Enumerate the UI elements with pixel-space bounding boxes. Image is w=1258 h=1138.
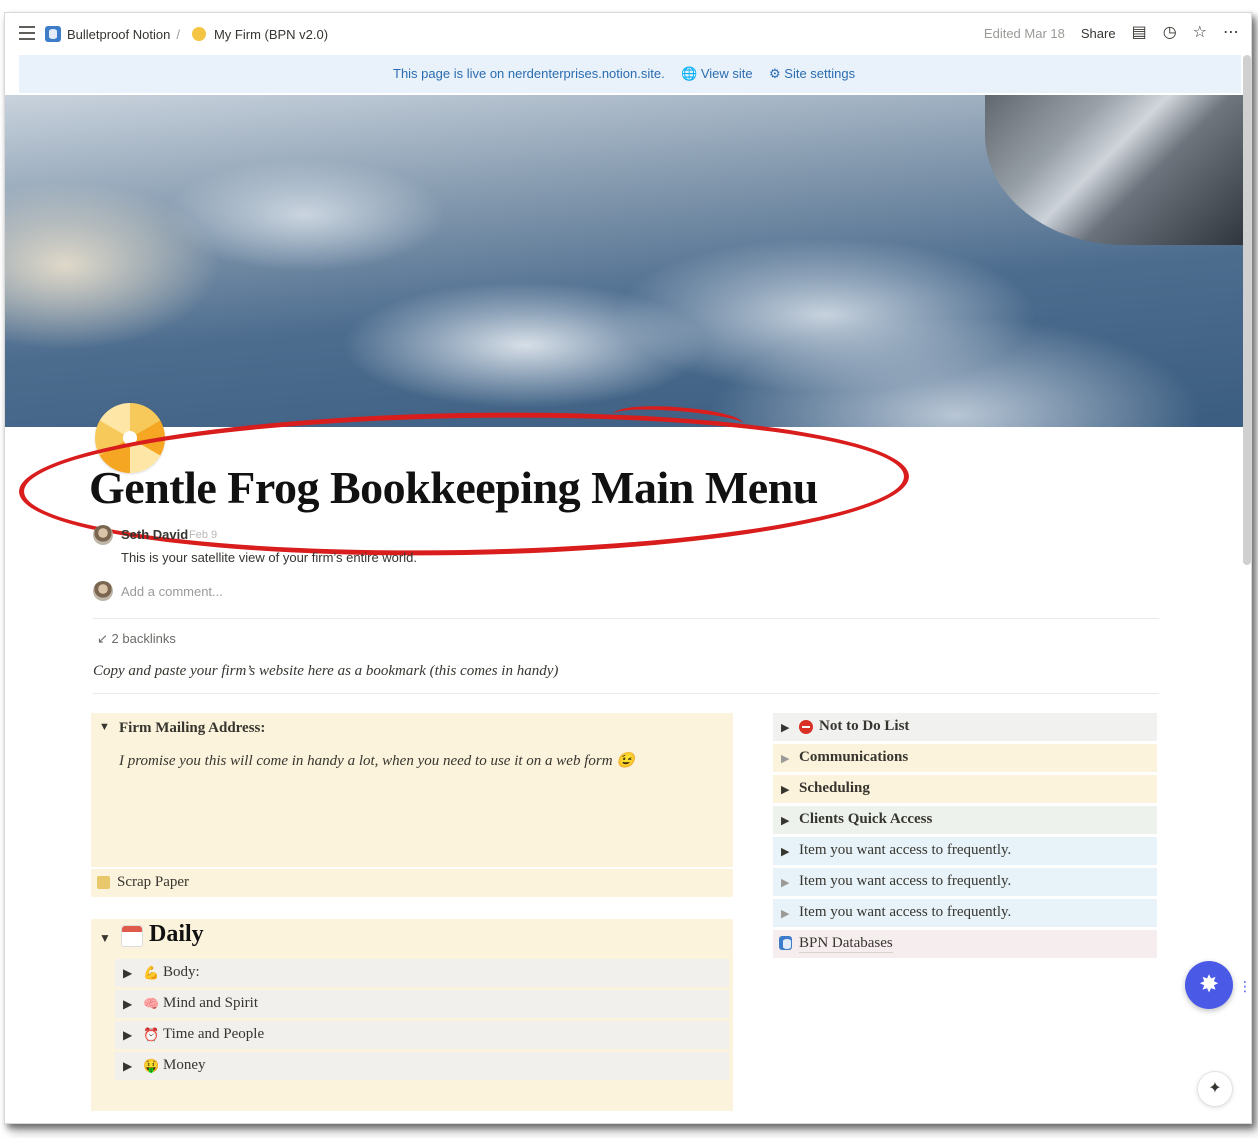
frequent-item-label: Item you want access to frequently.	[799, 842, 1012, 858]
daily-item-label: Mind and Spirit	[163, 995, 259, 1011]
space-station-image	[985, 95, 1245, 245]
bpn-databases-link[interactable]: BPN Databases	[773, 930, 1157, 958]
breadcrumb-separator: /	[176, 26, 180, 42]
daily-item-mind[interactable]: ▶ 🧠 Mind and Spirit	[115, 990, 729, 1018]
daily-toggle: ▼ Daily ▶ 💪 Body: ▶ 🧠 Mind and Spirit ▶ …	[91, 919, 733, 1111]
communications-toggle[interactable]: ▶ Communications	[773, 744, 1157, 772]
breadcrumb-root[interactable]: Bulletproof Notion	[67, 27, 170, 42]
scheduling-toggle[interactable]: ▶ Scheduling	[773, 775, 1157, 803]
breadcrumb: Bulletproof Notion / My Firm (BPN v2.0)	[45, 26, 328, 42]
daily-heading[interactable]: Daily	[149, 921, 204, 948]
communications-label: Communications	[799, 749, 909, 765]
divider	[93, 618, 1159, 619]
current-user-avatar	[93, 581, 113, 601]
live-banner: This page is live on nerdenterprises.not…	[19, 55, 1241, 93]
comment-text: This is your satellite view of your firm…	[121, 550, 417, 565]
firm-page-icon	[191, 27, 206, 41]
view-site-link[interactable]: 🌐 View site	[681, 66, 753, 82]
backlinks-link[interactable]: ↙ 2 backlinks	[97, 631, 176, 647]
money-face-icon: 🤑	[143, 1058, 160, 1073]
daily-item-body[interactable]: ▶ 💪 Body:	[115, 959, 729, 987]
toggle-triangle-icon[interactable]: ▶	[123, 997, 132, 1011]
scrap-paper-label: Scrap Paper	[117, 874, 190, 890]
frequent-item-toggle[interactable]: ▶ Item you want access to frequently.	[773, 837, 1157, 865]
frequent-item-toggle[interactable]: ▶ Item you want access to frequently.	[773, 899, 1157, 927]
frequent-item-toggle[interactable]: ▶ Item you want access to frequently.	[773, 868, 1157, 896]
globe-icon: 🌐	[681, 66, 698, 81]
toggle-triangle-icon[interactable]: ▶	[123, 1059, 132, 1073]
drag-handle-icon[interactable]: ⋮	[1238, 978, 1251, 995]
frequent-item-label: Item you want access to frequently.	[799, 873, 1012, 889]
calendar-icon	[121, 925, 143, 947]
toggle-triangle-icon[interactable]: ▶	[781, 814, 789, 827]
clock-icon[interactable]: ◷	[1163, 25, 1177, 41]
clients-quick-access-label: Clients Quick Access	[799, 811, 933, 827]
alarm-clock-icon: ⏰	[143, 1027, 160, 1042]
daily-item-label: Time and People	[163, 1026, 265, 1042]
bpn-databases-label: BPN Databases	[799, 935, 893, 953]
top-actions: Edited Mar 18 Share ▤ ◷ ☆ ⋯	[984, 25, 1239, 41]
site-settings-label: Site settings	[784, 66, 856, 81]
comment-date: Feb 9	[189, 529, 218, 541]
toggle-triangle-icon[interactable]: ▶	[781, 907, 789, 920]
toggle-triangle-icon[interactable]: ▼	[99, 721, 110, 733]
toggle-triangle-icon[interactable]: ▼	[99, 931, 111, 945]
mailing-address-toggle: ▼ Firm Mailing Address: I promise you th…	[91, 713, 733, 867]
daily-item-money[interactable]: ▶ 🤑 Money	[115, 1052, 729, 1080]
frequent-item-label: Item you want access to frequently.	[799, 904, 1012, 920]
ai-sparkle-button[interactable]: ✦	[1197, 1071, 1233, 1107]
cover-image[interactable]	[5, 95, 1245, 427]
clients-quick-access-toggle[interactable]: ▶ Clients Quick Access	[773, 806, 1157, 834]
share-button[interactable]: Share	[1081, 26, 1116, 41]
toggle-triangle-icon[interactable]: ▶	[781, 783, 789, 796]
brain-icon: 🧠	[143, 996, 160, 1011]
live-banner-text: This page is live on nerdenterprises.not…	[393, 66, 665, 81]
toggle-triangle-icon[interactable]: ▶	[781, 752, 789, 765]
star-icon[interactable]: ☆	[1193, 25, 1207, 41]
daily-item-time[interactable]: ▶ ⏰ Time and People	[115, 1021, 729, 1049]
database-icon	[779, 936, 792, 950]
scrap-paper-link[interactable]: Scrap Paper	[91, 869, 733, 897]
not-to-do-toggle[interactable]: ▶ Not to Do List	[773, 713, 1157, 741]
hamburger-icon[interactable]	[19, 26, 35, 40]
add-comment-input[interactable]: Add a comment...	[121, 584, 223, 599]
toggle-triangle-icon[interactable]: ▶	[781, 876, 789, 889]
site-settings-link[interactable]: ⚙ Site settings	[769, 66, 855, 82]
toggle-triangle-icon[interactable]: ▶	[781, 721, 789, 734]
no-entry-icon	[799, 720, 813, 734]
mailing-address-body[interactable]: I promise you this will come in handy a …	[119, 751, 635, 770]
arrow-icon: ↙	[97, 631, 108, 646]
comment-author: Seth David	[121, 527, 189, 542]
divider	[93, 693, 1159, 694]
more-icon[interactable]: ⋯	[1223, 25, 1239, 41]
mailing-address-title[interactable]: Firm Mailing Address:	[119, 720, 265, 737]
bookmark-hint[interactable]: Copy and paste your firm’s website here …	[93, 663, 558, 680]
avatar	[93, 525, 113, 545]
backlinks-label: 2 backlinks	[111, 631, 176, 646]
memo-icon	[97, 876, 110, 889]
top-bar: Bulletproof Notion / My Firm (BPN v2.0) …	[5, 13, 1251, 55]
gear-icon: ⚙	[769, 66, 781, 81]
daily-item-label: Money	[163, 1057, 206, 1073]
flexed-arm-icon: 💪	[143, 965, 160, 980]
toggle-triangle-icon[interactable]: ▶	[123, 1028, 132, 1042]
toggle-triangle-icon[interactable]: ▶	[123, 966, 132, 980]
daily-item-label: Body:	[163, 964, 200, 980]
view-site-label: View site	[700, 66, 753, 81]
not-to-do-label: Not to Do List	[819, 718, 910, 734]
comment-icon[interactable]: ▤	[1132, 25, 1147, 41]
scrollbar[interactable]	[1243, 55, 1251, 565]
edited-timestamp: Edited Mar 18	[983, 25, 1065, 41]
database-icon	[45, 26, 61, 42]
app-window: Bulletproof Notion / My Firm (BPN v2.0) …	[4, 12, 1252, 1124]
breadcrumb-page[interactable]: My Firm (BPN v2.0)	[214, 27, 328, 42]
floating-action-button[interactable]: ✸	[1185, 961, 1233, 1009]
toggle-triangle-icon[interactable]: ▶	[781, 845, 789, 858]
scheduling-label: Scheduling	[799, 780, 870, 796]
